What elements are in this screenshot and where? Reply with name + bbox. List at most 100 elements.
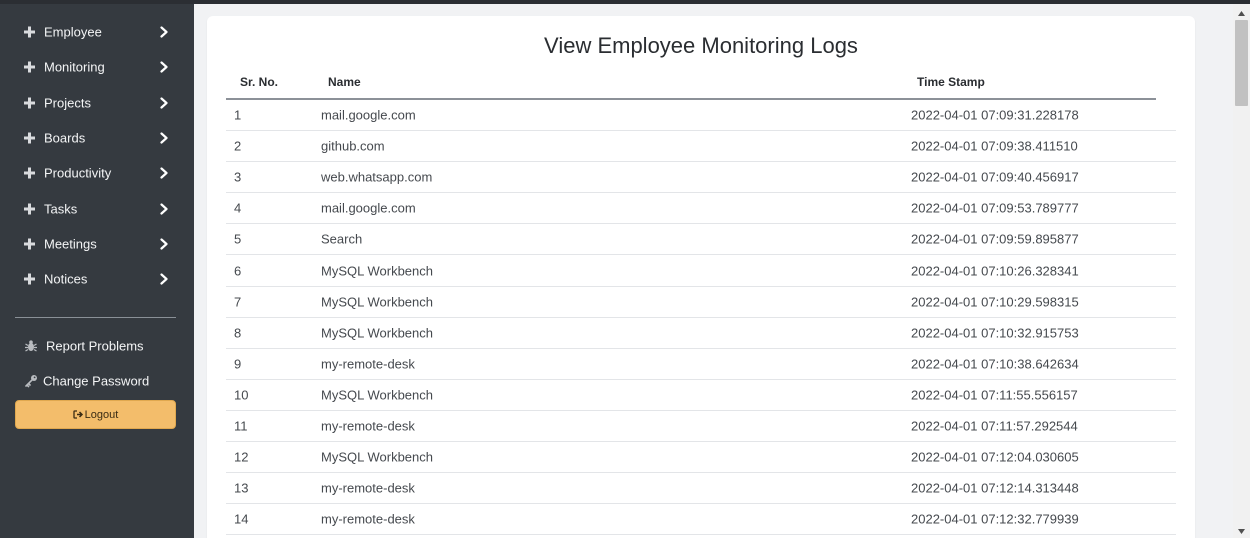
cell-sr-no: 4 [234,200,242,216]
cell-time-stamp: 2022-04-01 07:11:57.292544 [911,418,1078,434]
cell-name: MySQL Workbench [321,294,433,310]
cell-time-stamp: 2022-04-01 07:09:53.789777 [911,200,1079,216]
plus-icon [24,26,35,37]
sidebar-item-monitoring[interactable]: Monitoring [0,49,194,84]
sidebar-item-productivity[interactable]: Productivity [0,155,194,190]
scrollbar-thumb[interactable] [1235,20,1248,106]
cell-name: my-remote-desk [321,418,415,434]
plus-icon [24,167,35,178]
scroll-up-arrow-icon[interactable] [1233,6,1250,20]
table-row: 3 web.whatsapp.com 2022-04-01 07:09:40.456… [226,162,1176,194]
report-problems-link[interactable]: Report Problems [0,332,194,360]
cell-sr-no: 1 [234,107,242,123]
chevron-right-icon [160,60,168,73]
column-header-sr-no: Sr. No. [240,75,279,89]
cell-sr-no: 11 [234,418,248,434]
table-row: 7 MySQL Workbench 2022-04-01 07:10:29.5983… [226,287,1176,318]
sidebar-item-label: Employee [44,24,102,39]
chevron-right-icon [160,202,168,215]
sidebar-item-label: Boards [44,130,86,145]
chevron-right-icon [160,25,168,38]
cell-sr-no: 12 [234,449,249,465]
sidebar-item-label: Projects [44,95,91,110]
table-row: 13 my-remote-desk 2022-04-01 07:12:14.3134… [226,473,1176,505]
plus-icon [24,238,35,249]
cell-time-stamp: 2022-04-01 07:10:38.642634 [911,356,1079,372]
cell-time-stamp: 2022-04-01 07:09:59.895877 [911,231,1079,247]
sidebar-item-tasks[interactable]: Tasks [0,191,194,226]
sidebar-item-label: Productivity [44,165,112,180]
page-scrollbar[interactable] [1233,4,1250,538]
plus-icon [24,273,35,284]
monitoring-logs-card: View Employee Monitoring Logs Sr. No. Na… [207,16,1195,538]
table-row: 9 my-remote-desk 2022-04-01 07:10:38.64263… [226,349,1176,380]
cell-time-stamp: 2022-04-01 07:10:26.328341 [911,263,1079,278]
cell-name: web.whatsapp.com [321,169,433,185]
cell-name: Search [321,231,363,247]
cell-sr-no: 6 [234,263,242,278]
cell-name: my-remote-desk [321,511,415,527]
table-row: 8 MySQL Workbench 2022-04-01 07:10:32.9157… [226,318,1176,349]
cell-sr-no: 3 [234,169,242,185]
cell-sr-no: 10 [234,387,249,403]
column-header-name: Name [328,75,361,89]
report-problems-label: Report Problems [46,338,144,354]
bug-icon [25,340,37,352]
cell-time-stamp: 2022-04-01 07:10:32.915753 [911,325,1079,341]
table-row: 6 MySQL Workbench 2022-04-01 07:10:26.3283… [226,256,1176,287]
cell-sr-no: 2 [234,138,242,154]
cell-name: MySQL Workbench [321,325,433,341]
plus-icon [24,203,35,214]
cell-time-stamp: 2022-04-01 07:10:29.598315 [911,294,1079,310]
cell-sr-no: 13 [234,480,249,496]
cell-time-stamp: 2022-04-01 07:09:40.456917 [911,169,1079,185]
sidebar-item-label: Notices [44,271,88,286]
table-row: 5 Search 2022-04-01 07:09:59.895877 [226,224,1176,256]
sidebar-item-meetings[interactable]: Meetings [0,226,194,261]
cell-time-stamp: 2022-04-01 07:12:04.030605 [911,449,1079,465]
cell-name: MySQL Workbench [321,387,433,403]
cell-time-stamp: 2022-04-01 07:09:31.228178 [911,107,1079,123]
chevron-right-icon [160,96,168,109]
table-row: 12 MySQL Workbench 2022-04-01 07:12:04.030… [226,442,1176,474]
cell-sr-no: 7 [234,294,242,310]
cell-time-stamp: 2022-04-01 07:12:32.779939 [911,511,1079,527]
table-row: 4 mail.google.com 2022-04-01 07:09:53.7897… [226,193,1176,225]
sidebar-divider [15,317,176,318]
sidebar-item-label: Meetings [44,236,97,251]
sidebar: Employee Monitoring Projects Boards Prod… [0,4,194,538]
cell-sr-no: 8 [234,325,242,341]
sidebar-item-employee[interactable]: Employee [0,14,194,49]
plus-icon [24,61,35,72]
change-password-link[interactable]: Change Password [0,367,194,395]
table-row: 2 github.com 2022-04-01 07:09:38.411510 [226,131,1176,163]
chevron-right-icon [160,237,168,250]
cell-name: MySQL Workbench [321,263,433,278]
sidebar-item-boards[interactable]: Boards [0,120,194,155]
cell-name: my-remote-desk [321,480,415,496]
key-icon [25,375,37,388]
cell-name: mail.google.com [321,200,416,216]
cell-sr-no: 14 [234,511,249,527]
scroll-down-arrow-icon[interactable] [1233,524,1250,538]
page-title: View Employee Monitoring Logs [544,33,858,58]
sidebar-item-notices[interactable]: Notices [0,261,194,296]
chevron-right-icon [160,131,168,144]
plus-icon [24,132,35,143]
logout-button[interactable]: Logout [15,400,176,429]
table-row: 11 my-remote-desk 2022-04-01 07:11:57.2925… [226,411,1176,442]
cell-time-stamp: 2022-04-01 07:09:38.411510 [911,138,1078,154]
sidebar-item-label: Monitoring [44,59,105,74]
table-row: 10 MySQL Workbench 2022-04-01 07:11:55.556… [226,380,1176,411]
cell-time-stamp: 2022-04-01 07:11:55.556157 [911,387,1078,403]
sidebar-item-projects[interactable]: Projects [0,85,194,120]
column-header-time-stamp: Time Stamp [917,75,985,89]
cell-time-stamp: 2022-04-01 07:12:14.313448 [911,480,1079,496]
cell-name: my-remote-desk [321,356,415,372]
cell-name: github.com [321,138,385,154]
chevron-right-icon [160,272,168,285]
change-password-label: Change Password [43,373,150,389]
logout-label: Logout [84,408,119,421]
cell-sr-no: 9 [234,356,242,372]
cell-sr-no: 5 [234,231,242,247]
